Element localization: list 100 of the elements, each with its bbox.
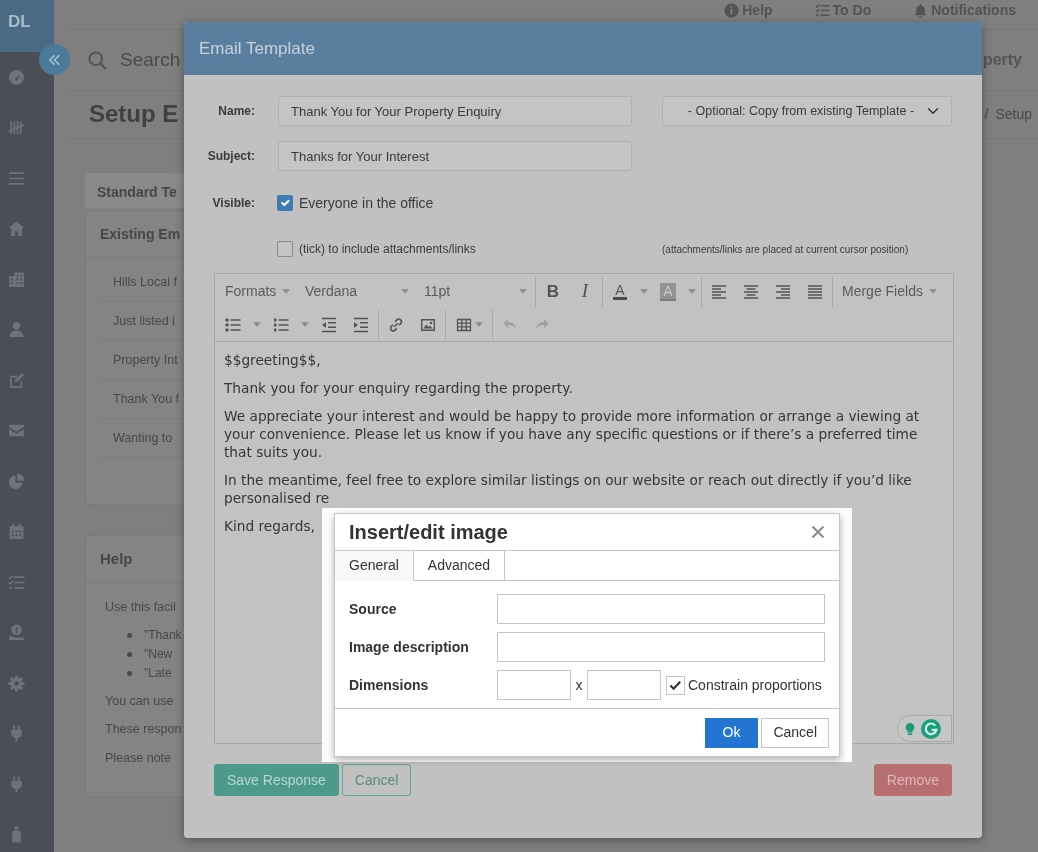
bold-button[interactable]: B xyxy=(537,276,569,307)
field-label: Name: xyxy=(217,103,255,120)
dimension-separator: x xyxy=(574,675,584,695)
close-icon xyxy=(811,525,825,539)
font-family-dropdown[interactable]: Verdana xyxy=(297,276,416,307)
home-icon[interactable] xyxy=(8,220,25,238)
help-text: "Thank xyxy=(144,627,182,644)
save-button[interactable]: Save Response xyxy=(214,764,339,796)
remove-button[interactable]: Remove xyxy=(873,764,952,796)
caret-icon xyxy=(401,289,409,294)
bullet-icon xyxy=(127,632,132,638)
logo: DL xyxy=(0,0,54,52)
menu-lines-icon[interactable] xyxy=(8,169,25,187)
image-icon xyxy=(420,316,436,333)
lightbulb-icon xyxy=(904,720,916,737)
text-field[interactable]: Thanks for Your Interest xyxy=(278,141,632,171)
template-select[interactable]: - Optional: Copy from existing Template - xyxy=(662,96,952,126)
user-icon[interactable] xyxy=(8,321,25,339)
checkbox-label: Constrain proportions xyxy=(688,675,822,695)
caret-icon xyxy=(519,289,527,294)
help-text: Use this facil xyxy=(105,599,176,616)
building-icon[interactable] xyxy=(8,270,25,288)
settings-icon[interactable] xyxy=(8,674,25,692)
height-field[interactable] xyxy=(587,670,661,700)
gauge-icon[interactable] xyxy=(8,68,25,86)
caret-icon xyxy=(253,322,261,327)
align-center-icon xyxy=(743,283,759,300)
bullet-list-icon xyxy=(225,316,241,333)
checklist-icon[interactable] xyxy=(8,573,25,591)
field-label: Image description xyxy=(349,637,470,657)
text-field[interactable]: Thank You for Your Property Enquiry xyxy=(278,96,632,126)
caret-icon xyxy=(301,322,309,327)
dialog-title: Email Template xyxy=(199,37,315,60)
text-field[interactable] xyxy=(497,632,825,662)
bullet-icon xyxy=(127,651,132,657)
page-title: Setup E xyxy=(89,100,179,129)
help-text: These respon xyxy=(105,721,182,738)
bell-icon xyxy=(913,3,929,18)
align-left-icon xyxy=(711,283,727,300)
check-icon xyxy=(669,679,682,691)
tally-marks-icon[interactable] xyxy=(8,119,25,137)
ring-logo-icon xyxy=(921,718,941,739)
cancel-button[interactable]: Cancel xyxy=(341,764,412,796)
breadcrumb-separator: / xyxy=(984,105,989,124)
close-button[interactable] xyxy=(811,525,825,539)
collapse-button[interactable] xyxy=(39,44,70,75)
dialog-tab[interactable]: General xyxy=(335,551,414,581)
help-text: "Late xyxy=(144,665,172,682)
caret-icon xyxy=(929,289,937,294)
plug-icon[interactable] xyxy=(8,775,25,793)
width-field[interactable] xyxy=(497,670,571,700)
text-field[interactable] xyxy=(497,594,825,624)
panel-title: Help xyxy=(100,548,133,569)
dialog-title: Insert/edit image xyxy=(349,520,508,545)
visible-checkbox[interactable] xyxy=(277,195,293,211)
checkbox-label: (tick) to include attachments/links xyxy=(299,241,476,258)
italic-button[interactable]: I xyxy=(569,276,601,307)
dialog-tab[interactable]: Advanced xyxy=(413,551,506,581)
checkbox-label: Everyone in the office xyxy=(299,193,434,213)
info-icon xyxy=(724,3,740,18)
help-text: "New xyxy=(144,646,173,663)
table-icon xyxy=(455,316,472,333)
indent-icon xyxy=(353,316,369,333)
plug-icon[interactable] xyxy=(8,725,25,743)
align-right-icon xyxy=(775,283,791,300)
editor-paragraph: In the meantime, feel free to explore similar listings on our website or reach out directly if you’d like personalised re xyxy=(224,471,913,507)
bullet-icon xyxy=(127,670,132,676)
field-label: Visible: xyxy=(211,195,255,212)
caret-icon xyxy=(474,322,483,327)
constrain-checkbox[interactable] xyxy=(666,675,685,695)
editor-paragraph: $$greeting$$, xyxy=(224,351,321,369)
caret-icon xyxy=(640,289,648,294)
field-label: Source xyxy=(349,599,398,619)
caret-icon xyxy=(282,289,290,294)
checklist-icon xyxy=(814,3,830,18)
caret-icon xyxy=(688,289,696,294)
calendar-icon[interactable] xyxy=(8,523,25,541)
editor-paragraph: Thank you for your enquiry regarding the property. xyxy=(224,379,573,397)
double-chevron-left-icon xyxy=(48,53,61,66)
edit-icon[interactable] xyxy=(8,371,25,389)
merge-fields-dropdown[interactable]: Merge Fields xyxy=(834,276,944,307)
coin-tray-icon[interactable] xyxy=(8,624,25,642)
hint-text: (attachments/links are placed at current cursor position) xyxy=(662,242,910,257)
text-color-button[interactable]: A xyxy=(604,276,636,307)
formats-dropdown[interactable]: Formats xyxy=(217,276,297,307)
field-label: Subject: xyxy=(206,148,255,165)
font-size-dropdown[interactable]: 11pt xyxy=(416,276,534,307)
help-text: Please note xyxy=(105,749,172,767)
panel-title: Existing Em xyxy=(100,224,181,244)
ok-button[interactable]: Ok xyxy=(704,717,759,748)
cancel-button[interactable]: Cancel xyxy=(761,717,829,748)
help-text: You can use xyxy=(105,692,174,710)
pie-chart-icon[interactable] xyxy=(8,472,25,490)
link-icon xyxy=(388,316,404,333)
attachments-checkbox[interactable] xyxy=(277,241,293,257)
outdent-icon xyxy=(321,316,337,333)
justify-icon xyxy=(807,283,823,300)
editor-paragraph: Kind regards, xyxy=(224,517,315,535)
search-icon xyxy=(88,50,107,70)
assistant-widget[interactable] xyxy=(897,715,952,742)
